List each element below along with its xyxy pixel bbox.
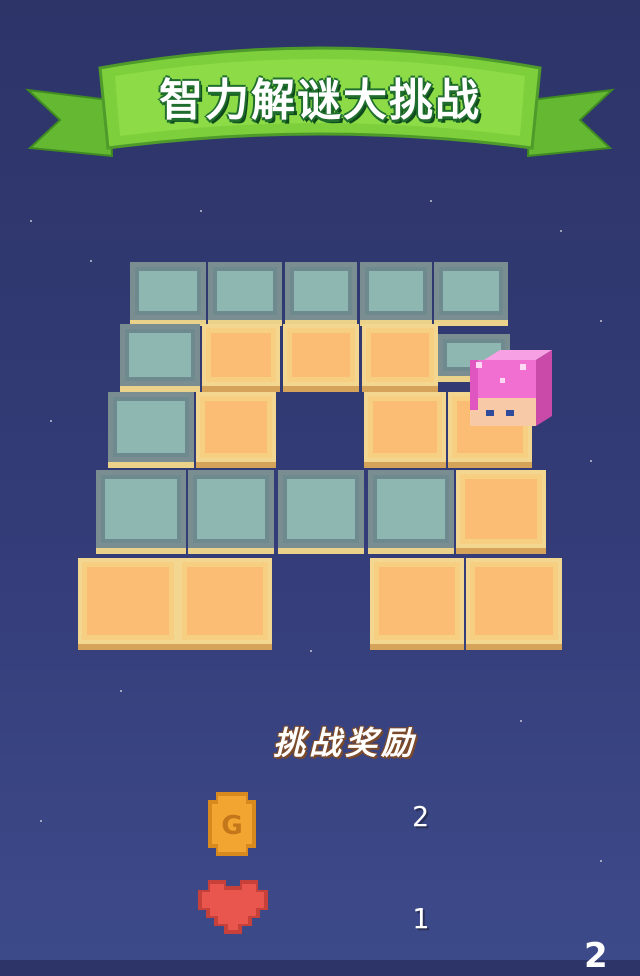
- board-tile[interactable]: [188, 470, 274, 554]
- corner-counter: 2: [584, 936, 608, 976]
- board-tile[interactable]: [370, 558, 464, 650]
- coin-reward-value: 2: [412, 800, 429, 833]
- board-tile[interactable]: [283, 324, 359, 392]
- board-tile[interactable]: [78, 558, 178, 650]
- board-tile[interactable]: [202, 324, 280, 392]
- player-cube[interactable]: [470, 350, 552, 434]
- board-tile[interactable]: [120, 324, 200, 392]
- rewards-title: 挑战奖励: [272, 724, 417, 762]
- board-tile[interactable]: [130, 262, 206, 326]
- board-tile[interactable]: [360, 262, 432, 326]
- board-tile[interactable]: [285, 262, 357, 326]
- board-tile[interactable]: [108, 392, 194, 468]
- gold-coin-icon: G: [208, 792, 256, 856]
- board-tile[interactable]: [466, 558, 562, 650]
- board-tile[interactable]: [434, 262, 508, 326]
- board-tile[interactable]: [362, 324, 438, 392]
- board-tile[interactable]: [208, 262, 282, 326]
- board-tile[interactable]: [278, 470, 364, 554]
- board-tile[interactable]: [456, 470, 546, 554]
- heart-icon: [198, 880, 268, 934]
- svg-text:G: G: [221, 811, 242, 841]
- board-tile[interactable]: [178, 558, 272, 650]
- board-tile[interactable]: [196, 392, 276, 468]
- heart-reward-value: 1: [412, 902, 429, 935]
- board-tile[interactable]: [364, 392, 446, 468]
- board-tile[interactable]: [368, 470, 454, 554]
- board-tile[interactable]: [96, 470, 186, 554]
